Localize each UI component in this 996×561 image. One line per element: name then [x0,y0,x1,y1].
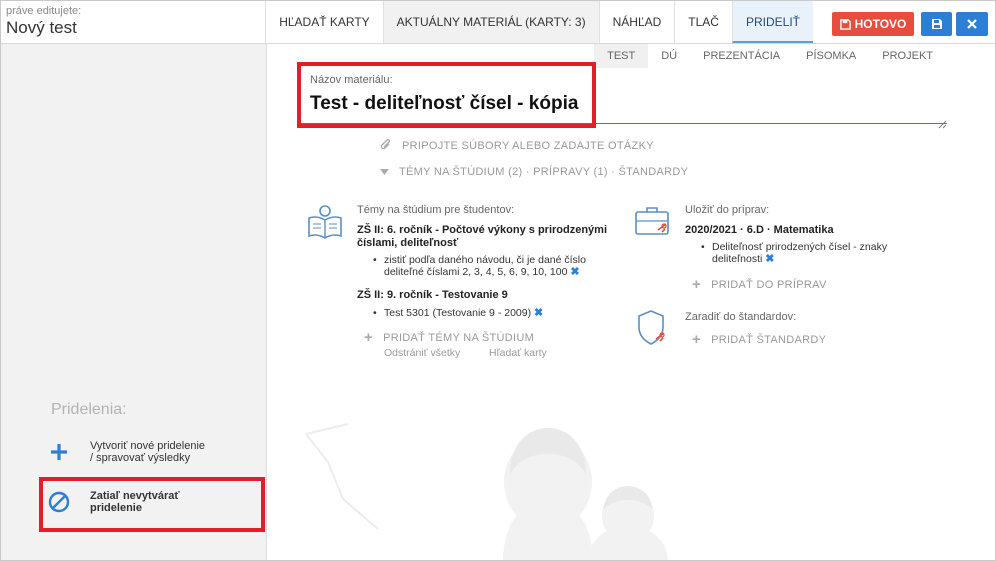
plus-icon: + [692,331,702,348]
floppy-icon [931,18,943,30]
plus-icon [47,440,71,464]
standards-title: Zaradiť do štandardov: [685,311,797,323]
shield-icon [636,309,670,352]
remove-icon[interactable]: ✖ [534,307,543,319]
x-icon [967,19,977,29]
remove-icon[interactable]: ✖ [765,253,774,265]
add-topics-label: PRIDAŤ TÉMY NA ŠTÚDIUM [383,331,535,344]
tab-print[interactable]: TLAČ [674,1,732,43]
tab-exam[interactable]: PÍSOMKA [793,44,869,68]
search-cards-link[interactable]: Hľadať karty [489,347,547,359]
tab-homework[interactable]: DÚ [648,44,690,68]
top-bar: práve editujete: Nový test HĽADAŤ KARTY … [1,1,995,44]
material-type-tabs: TEST DÚ PREZENTÁCIA PÍSOMKA PROJEKT [594,44,946,68]
tab-preview[interactable]: NÁHĽAD [598,1,675,43]
tab-test[interactable]: TEST [594,44,649,68]
main-panel: TEST DÚ PREZENTÁCIA PÍSOMKA PROJEKT Názo… [268,44,995,560]
topic-subject-1: ZŠ II: 6. ročník - Počtové výkony s prir… [357,224,607,250]
book-reader-icon [306,204,344,245]
add-standards-link[interactable]: + PRIDAŤ ŠTANDARDY [692,331,826,348]
tab-current-material[interactable]: AKTUÁLNY MATERIÁL (KARTY: 3) [382,1,599,43]
topics-toggle-label: TÉMY NA ŠTÚDIUM (2) · PRÍPRAVY (1) · ŠTA… [399,166,689,178]
remove-all-link[interactable]: Odstrániť všetky [384,347,460,359]
add-topics-link[interactable]: + PRIDAŤ TÉMY NA ŠTÚDIUM [364,329,534,346]
done-button[interactable]: HOTOVO [832,12,914,36]
topic-item-2: Test 5301 (Testovanie 9 - 2009) ✖ [373,307,543,319]
background-illustration [305,423,668,560]
tab-assign[interactable]: PRIDELIŤ [731,1,813,43]
close-button[interactable] [956,12,988,36]
document-title[interactable]: Nový test [6,18,81,38]
sidebar: Pridelenia: Vytvoriť nové pridelenie / s… [1,44,267,560]
remove-icon[interactable]: ✖ [570,266,579,278]
prep-item: Deliteľnosť prirodzených čísel - znaky d… [701,241,888,265]
create-assignment-line2: / spravovať výsledky [90,452,191,464]
add-standards-label: PRIDAŤ ŠTANDARDY [711,333,827,346]
floppy-icon [839,18,851,30]
attach-files-link[interactable]: PRIPOJTE SÚBORY ALEBO ZADAJTE OTÁZKY [380,139,654,152]
topic-item-1-line2: deliteľné číslami 2, 3, 4, 5, 6, 9, 10, … [384,266,568,278]
topic-subject-1-line1: ZŠ II: 6. ročník - Počtové výkony s prir… [357,224,608,236]
main-nav: HĽADAŤ KARTY AKTUÁLNY MATERIÁL (KARTY: 3… [265,1,813,43]
tab-search-cards[interactable]: HĽADAŤ KARTY [265,1,382,43]
topic-subject-1-line2: číslami, deliteľnosť [357,237,459,249]
tab-presentation[interactable]: PREZENTÁCIA [690,44,793,68]
create-assignment-option[interactable]: Vytvoriť nové pridelenie / spravovať výs… [47,440,205,464]
topic-item-2-text: Test 5301 (Testovanie 9 - 2009) [384,307,532,319]
topics-title: Témy na štúdium pre študentov: [357,204,515,216]
attach-files-label: PRIPOJTE SÚBORY ALEBO ZADAJTE OTÁZKY [402,139,654,152]
prep-item-line2: deliteľnosti [712,253,763,265]
resize-handle-icon[interactable] [938,116,947,134]
topic-item-1: zistiť podľa daného návodu, či je dané č… [373,254,586,278]
prep-item-line1: Deliteľnosť prirodzených čísel - znaky [712,241,888,253]
caret-down-icon [380,169,389,175]
prep-title: Uložiť do príprav: [685,204,770,216]
highlight-box [39,477,265,532]
editing-info: práve editujete: Nový test [6,5,81,38]
plus-icon: + [364,329,374,346]
add-to-prep-link[interactable]: + PRIDAŤ DO PRÍPRAV [692,276,827,293]
briefcase-icon [634,205,672,244]
topic-subject-2: ZŠ II: 9. ročník - Testovanie 9 [357,289,508,301]
add-to-prep-label: PRIDAŤ DO PRÍPRAV [711,278,827,291]
app-window: práve editujete: Nový test HĽADAŤ KARTY … [0,0,996,561]
done-label: HOTOVO [854,17,907,31]
highlight-box [297,62,596,128]
assignments-heading: Pridelenia: [51,401,127,418]
save-button[interactable] [921,12,952,36]
paperclip-icon [380,139,392,152]
tab-project[interactable]: PROJEKT [869,44,946,68]
create-assignment-label: Vytvoriť nové pridelenie / spravovať výs… [90,440,205,464]
editing-caption: práve editujete: [6,5,82,17]
topics-toggle[interactable]: TÉMY NA ŠTÚDIUM (2) · PRÍPRAVY (1) · ŠTA… [380,166,688,178]
prep-subject: 2020/2021 · 6.D · Matematika [685,224,834,236]
plus-icon: + [692,276,702,293]
create-assignment-line1: Vytvoriť nové pridelenie [90,440,206,452]
topic-item-1-line1: zistiť podľa daného návodu, či je dané č… [384,254,586,266]
